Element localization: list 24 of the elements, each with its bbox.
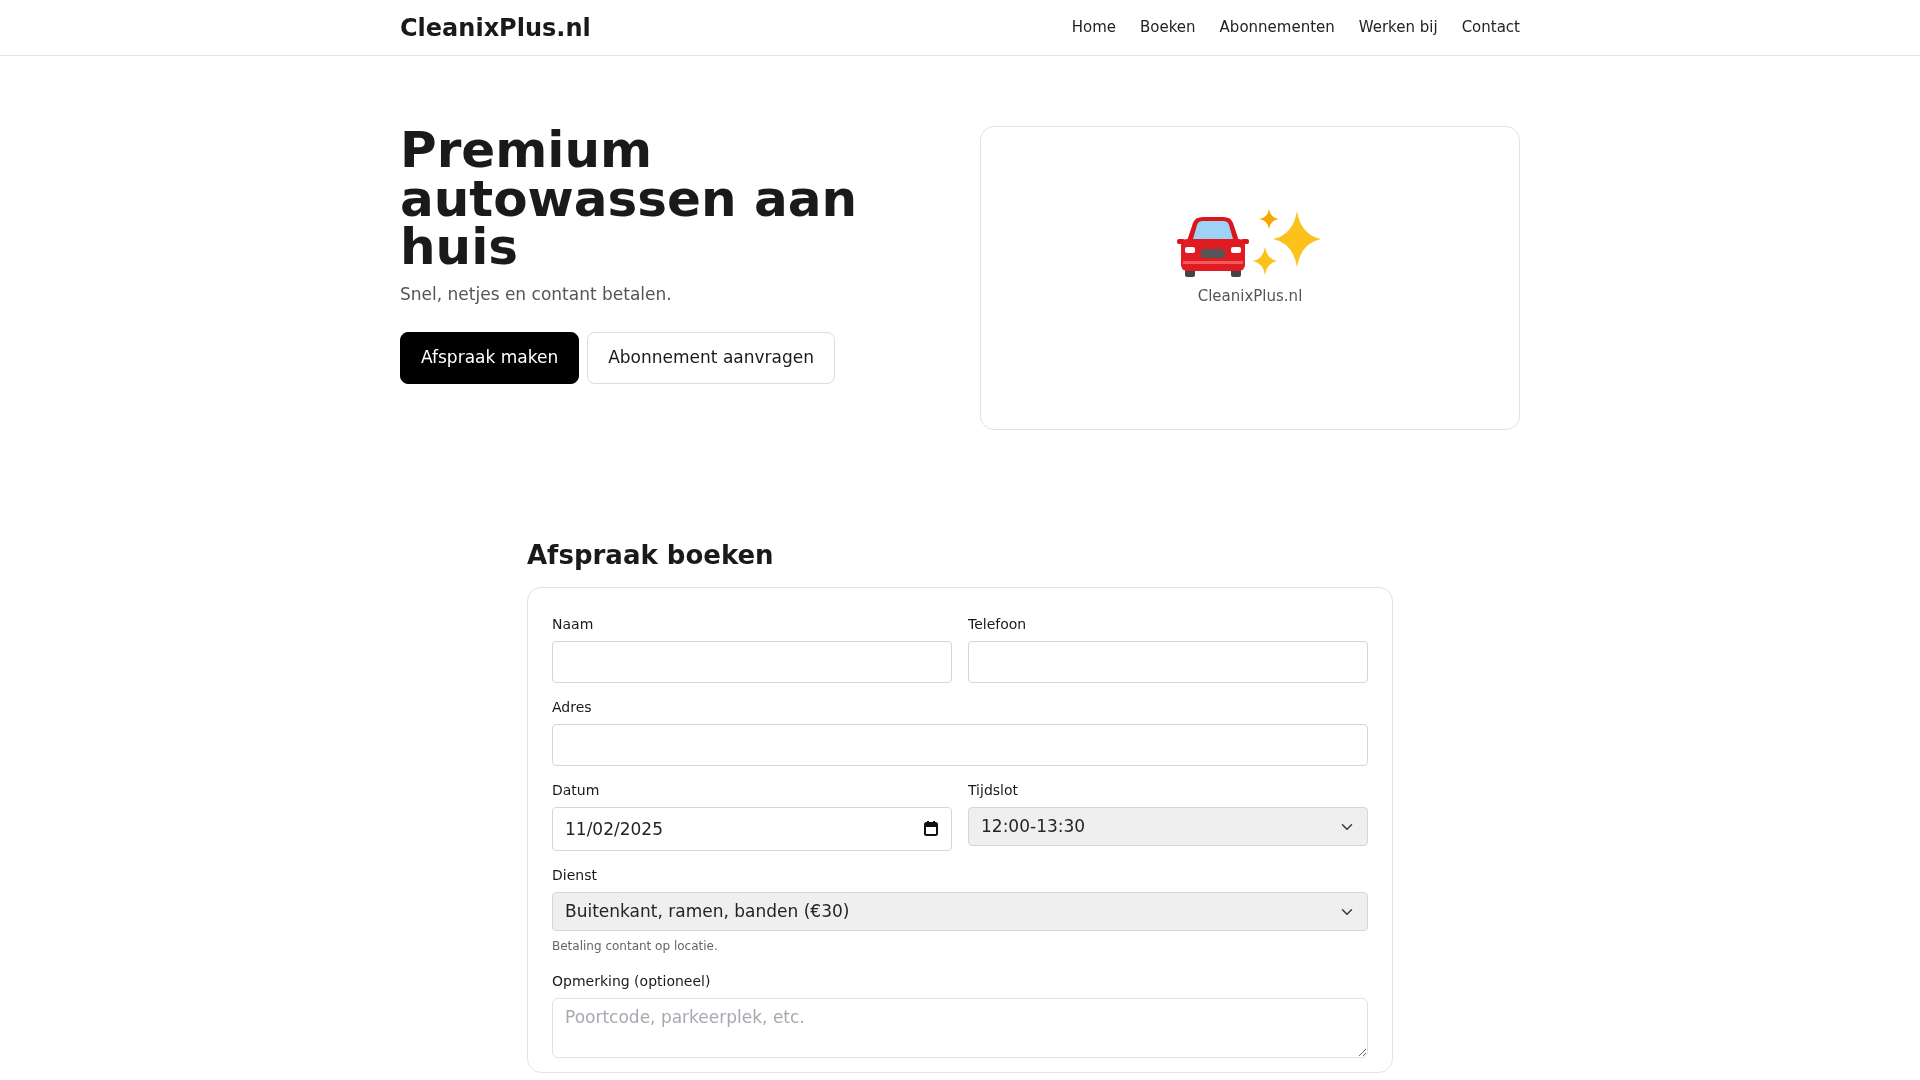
nav-link[interactable]: Boeken xyxy=(1140,16,1196,39)
field-label: Tijdslot xyxy=(968,781,1020,801)
field-label: Dienst xyxy=(552,866,598,886)
hero-title: Premium autowassen aan huis xyxy=(400,126,859,272)
dropdown-field[interactable]: 12:00-13:30 xyxy=(968,807,1368,847)
dropdown-field[interactable]: Buitenkant, ramen, banden (€30) xyxy=(552,892,1368,932)
brand-logo[interactable]: CleanixPlus.nl xyxy=(400,9,591,46)
help-text: Betaling contant op locatie. xyxy=(552,938,718,956)
card-caption: CleanixPlus.nl xyxy=(1197,285,1303,307)
appointment-button[interactable]: Afspraak maken xyxy=(400,332,580,384)
nav-link[interactable]: Abonnementen xyxy=(1219,16,1335,39)
subscription-button[interactable]: Abonnement aanvragen xyxy=(587,332,835,384)
section-title: Afspraak boeken xyxy=(527,540,775,572)
nav-link[interactable]: Contact xyxy=(1461,16,1520,39)
comment-field[interactable]: Poortcode, parkeerplek, etc. xyxy=(552,998,1368,1059)
field-label: Adres xyxy=(552,698,593,718)
date-field[interactable]: 11/02/2025 xyxy=(552,807,952,852)
nav-link[interactable]: Werken bij xyxy=(1358,16,1438,39)
hero-subtitle: Snel, netjes en contant betalen. xyxy=(400,282,673,306)
field-label: Telefoon xyxy=(968,615,1028,635)
field-label: Naam xyxy=(552,615,595,635)
nav-link[interactable]: Home xyxy=(1071,16,1116,39)
field-label: Datum xyxy=(552,781,601,801)
field-label: Opmerking (optioneel) xyxy=(552,972,712,992)
